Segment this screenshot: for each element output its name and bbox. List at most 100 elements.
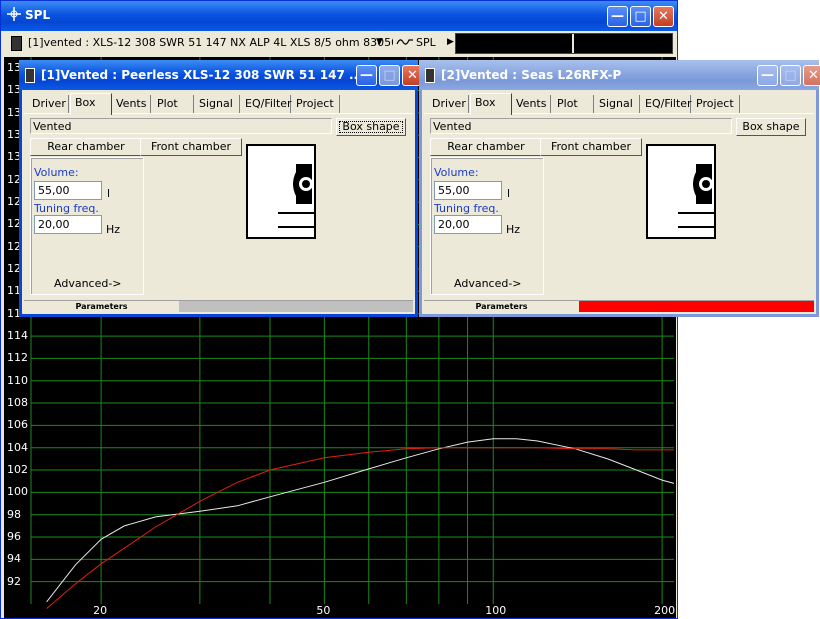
box-type-field: Vented — [30, 118, 332, 134]
maximize-button[interactable]: □ — [379, 65, 400, 86]
y-tick-label: 100 — [7, 485, 28, 499]
speaker-icon — [25, 68, 35, 83]
volume-input[interactable]: 55,00 — [34, 181, 102, 200]
tab-plot[interactable]: Plot — [153, 95, 194, 113]
y-tick-label: 106 — [7, 418, 28, 432]
x-tick-label: 200 — [654, 604, 676, 617]
x-tick-label: 50 — [316, 604, 331, 617]
tuning-unit: Hz — [106, 223, 121, 236]
close-icon: ✕ — [808, 68, 819, 83]
y-tick-label: 92 — [7, 574, 21, 588]
status-indicator — [179, 301, 413, 312]
volume-input[interactable]: 55,00 — [434, 181, 502, 200]
y-tick-label: 98 — [7, 507, 21, 521]
volume-label: Volume: — [434, 166, 479, 179]
box-shape-button[interactable]: Box shape — [736, 118, 806, 136]
mode-button[interactable]: SPL — [393, 33, 449, 54]
volume-unit: l — [107, 187, 111, 200]
level-divider — [572, 34, 574, 53]
spl-toolbar: [1]vented : XLS-12 308 SWR 51 147 NX ALP… — [3, 31, 675, 55]
spl-titlebar[interactable]: SPL — □ ✕ — [1, 1, 677, 31]
y-tick-label: 112 — [7, 351, 28, 365]
y-tick-label: 94 — [7, 552, 21, 566]
tab-eq-filter[interactable]: EQ/Filter — [241, 95, 292, 113]
front-chamber-button[interactable]: Front chamber — [140, 138, 242, 156]
y-tick-label: 114 — [7, 329, 28, 343]
child-window-title: [2]Vented : Seas L26RFX-P — [441, 68, 622, 82]
box-shape-picture — [646, 144, 716, 239]
close-icon: ✕ — [658, 9, 669, 24]
close-button[interactable]: ✕ — [653, 6, 674, 27]
child-titlebar[interactable]: [1]Vented : Peerless XLS-12 308 SWR 51 1… — [19, 60, 423, 90]
y-tick-label: 108 — [7, 396, 28, 410]
y-tick-label: 110 — [7, 373, 28, 387]
speaker-icon — [678, 164, 714, 228]
minimize-icon: — — [611, 9, 624, 24]
tab-box[interactable]: Box — [70, 93, 112, 115]
tuning-input[interactable]: 20,00 — [434, 215, 502, 234]
crosshair-icon — [7, 7, 21, 21]
minimize-icon: — — [761, 68, 774, 83]
tab-project[interactable]: Project — [692, 95, 740, 113]
tab-strip: Driver Box Vents Plot Signal EQ/Filter Project — [24, 93, 413, 115]
level-display — [455, 33, 673, 54]
series-line-1 — [46, 438, 675, 603]
tuning-unit: Hz — [506, 223, 521, 236]
curve-selector-value: [1]vented : XLS-12 308 SWR 51 147 NX ALP… — [28, 36, 406, 49]
x-tick-label: 20 — [93, 604, 108, 617]
tab-box[interactable]: Box — [470, 93, 512, 115]
waveform-icon — [396, 35, 414, 52]
front-chamber-button[interactable]: Front chamber — [540, 138, 642, 156]
rear-chamber-button[interactable]: Rear chamber — [30, 138, 142, 156]
tab-vents[interactable]: Vents — [512, 95, 551, 113]
volume-unit: l — [507, 187, 511, 200]
child-window-title: [1]Vented : Peerless XLS-12 308 SWR 51 1… — [41, 68, 363, 82]
close-icon: ✕ — [407, 68, 418, 83]
speaker-icon — [425, 68, 435, 83]
play-arrow-icon[interactable]: ▶ — [447, 37, 454, 47]
tab-signal[interactable]: Signal — [195, 95, 240, 113]
box-shape-button[interactable]: Box shape — [336, 118, 406, 136]
status-indicator — [579, 301, 814, 312]
tab-project[interactable]: Project — [292, 95, 340, 113]
y-tick-label: 104 — [7, 440, 28, 454]
advanced-link[interactable]: Advanced-> — [54, 277, 122, 290]
box-type-field: Vented — [430, 118, 732, 134]
maximize-icon: □ — [784, 68, 797, 83]
tab-vents[interactable]: Vents — [112, 95, 151, 113]
minimize-button[interactable]: — — [356, 65, 377, 86]
tuning-label: Tuning freq. — [34, 202, 99, 215]
child-status-bar: Parameters — [424, 300, 814, 312]
status-parameters: Parameters — [475, 302, 528, 311]
tuning-input[interactable]: 20,00 — [34, 215, 102, 234]
tab-driver[interactable]: Driver — [28, 95, 69, 113]
rear-chamber-button[interactable]: Rear chamber — [430, 138, 542, 156]
speaker-icon — [278, 164, 314, 228]
advanced-link[interactable]: Advanced-> — [454, 277, 522, 290]
tab-signal[interactable]: Signal — [595, 95, 640, 113]
curve-selector[interactable]: [1]vented : XLS-12 308 SWR 51 147 NX ALP… — [25, 33, 405, 54]
tab-plot[interactable]: Plot — [553, 95, 594, 113]
child-status-bar: Parameters — [24, 300, 413, 312]
x-tick-label: 100 — [485, 604, 507, 617]
tab-eq-filter[interactable]: EQ/Filter — [641, 95, 692, 113]
minimize-button[interactable]: — — [757, 65, 778, 86]
y-tick-label: 102 — [7, 463, 28, 477]
tab-strip: Driver Box Vents Plot Signal EQ/Filter Project — [424, 93, 814, 115]
spl-window-title: SPL — [25, 8, 51, 22]
maximize-icon: □ — [634, 9, 647, 24]
maximize-icon: □ — [383, 68, 396, 83]
vented-window-1: [1]Vented : Peerless XLS-12 308 SWR 51 1… — [19, 60, 423, 317]
tab-driver[interactable]: Driver — [428, 95, 469, 113]
mode-label: SPL — [416, 36, 436, 49]
maximize-button[interactable]: □ — [630, 6, 651, 27]
child-titlebar[interactable]: [2]Vented : Seas L26RFX-P — □ ✕ — [419, 60, 820, 90]
chevron-down-icon: ▼ — [376, 37, 383, 47]
box-shape-picture — [246, 144, 316, 239]
maximize-button[interactable]: □ — [780, 65, 801, 86]
tuning-label: Tuning freq. — [434, 202, 499, 215]
status-parameters: Parameters — [75, 302, 128, 311]
close-button[interactable]: ✕ — [803, 65, 820, 86]
volume-label: Volume: — [34, 166, 79, 179]
minimize-button[interactable]: — — [607, 6, 628, 27]
